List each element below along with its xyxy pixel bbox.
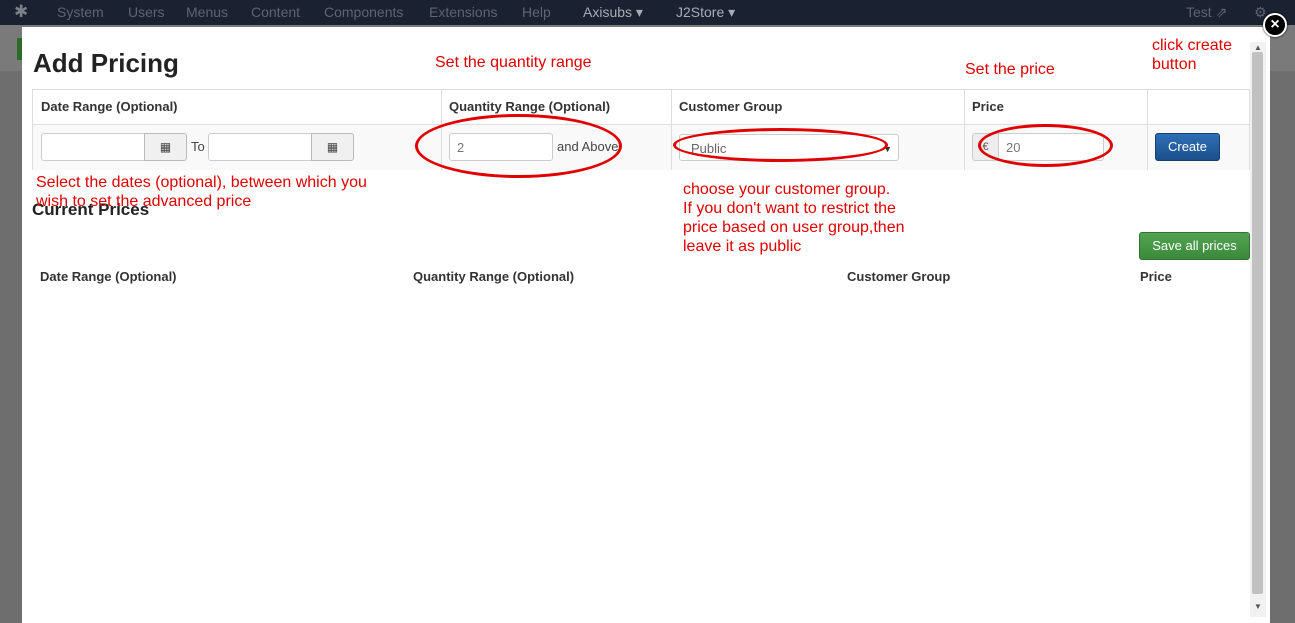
menu-system[interactable]: System [57,4,104,20]
joomla-logo-icon[interactable]: ✱ [14,3,32,21]
current-header-customer-group: Customer Group [847,269,951,284]
admin-topbar: ✱ System Users Menus Content Components … [0,0,1295,25]
annotation-create: click create button [1152,37,1233,73]
annotation-ellipse-price [978,124,1113,167]
annotation-quantity: Set the quantity range [435,54,592,71]
to-label: To [191,139,205,154]
modal-title: Add Pricing [33,48,179,78]
create-button[interactable]: Create [1155,133,1220,161]
date-to-input[interactable] [208,133,312,161]
header-customer-group: Customer Group [679,99,783,114]
header-quantity-range: Quantity Range (Optional) [449,99,611,114]
current-header-price: Price [1140,269,1172,284]
scroll-up-icon[interactable]: ▲ [1254,43,1262,52]
caret-down-icon: ▾ [632,4,643,20]
menu-users[interactable]: Users [128,4,165,20]
add-pricing-header-row [33,90,1249,125]
header-price: Price [972,99,1004,114]
calendar-icon[interactable]: ▦ [311,133,354,161]
current-header-quantity-range: Quantity Range (Optional) [413,269,575,284]
annotation-ellipse-quantity [415,114,622,178]
scroll-down-icon[interactable]: ▼ [1254,602,1262,611]
modal-scrollbar[interactable]: ▲ ▼ [1250,42,1266,617]
menu-j2store[interactable]: J2Store ▾ [676,4,735,21]
caret-down-icon: ▾ [724,4,736,20]
current-header-date-range: Date Range (Optional) [40,269,177,284]
menu-help[interactable]: Help [522,4,551,20]
annotation-dates: Select the dates (optional), between whi… [36,174,367,210]
external-link-icon: ⇗ [1215,4,1228,20]
menu-axisubs[interactable]: Axisubs ▾ [583,4,643,21]
date-from-input[interactable] [41,133,145,161]
user-menu[interactable]: Test ⇗ [1186,4,1227,21]
header-date-range: Date Range (Optional) [41,99,178,114]
close-icon[interactable]: × [1263,13,1287,37]
save-all-prices-button[interactable]: Save all prices [1139,232,1250,260]
scrollbar-thumb[interactable] [1252,52,1263,594]
menu-extensions[interactable]: Extensions [429,4,497,20]
menu-components[interactable]: Components [324,4,403,20]
annotation-customer-group: choose your customer group. If you don't… [683,181,905,255]
menu-content[interactable]: Content [251,4,300,20]
calendar-icon[interactable]: ▦ [144,133,187,161]
annotation-price: Set the price [965,61,1055,78]
annotation-ellipse-customer-group [673,128,888,162]
menu-menus[interactable]: Menus [186,4,228,20]
